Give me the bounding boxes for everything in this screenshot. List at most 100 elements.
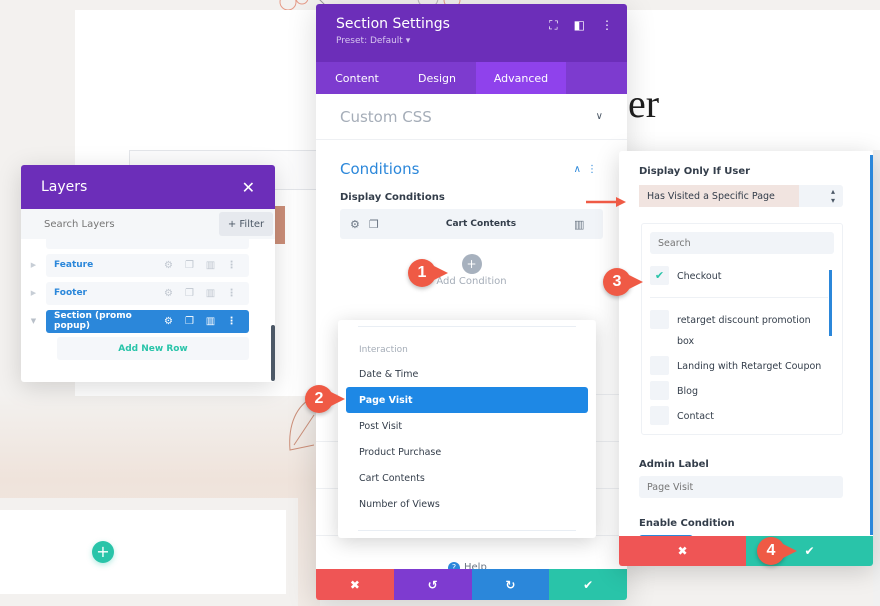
checkbox-checked[interactable]: ✔ — [650, 266, 669, 285]
dropdown-item-selected[interactable]: Page Visit — [346, 387, 588, 413]
more-icon[interactable]: ⋮ — [587, 164, 603, 175]
collapse-arrow-icon[interactable]: ▼ — [21, 317, 46, 325]
tab-design[interactable]: Design — [398, 62, 476, 94]
chevron-up-icon[interactable]: ∧ — [574, 164, 587, 175]
redo-button[interactable]: ↻ — [471, 569, 550, 600]
dropdown-item[interactable]: Post Visit — [346, 413, 588, 439]
page-option-label: retarget discount promotion box — [677, 315, 811, 347]
dropdown-item[interactable]: Product Purchase — [346, 439, 588, 465]
add-module-button[interactable]: + — [92, 541, 114, 563]
page-option[interactable]: Contact — [642, 406, 842, 427]
admin-label-input[interactable] — [639, 476, 843, 498]
layer-item[interactable]: ▶ Feature ⚙ ❐ ▥ ⋮ — [21, 253, 249, 277]
discard-button[interactable]: ✖ — [316, 569, 394, 600]
page-option-label: Checkout — [677, 271, 722, 282]
dropdown-group-label: Interaction — [359, 345, 408, 355]
fullscreen-icon[interactable]: ⛶ — [549, 18, 557, 33]
enable-condition-label: Enable Condition — [639, 518, 735, 529]
dropdown-item[interactable]: Cart Contents — [346, 465, 588, 491]
custom-css-title: Custom CSS — [340, 107, 432, 126]
page-row — [0, 510, 286, 594]
page-option[interactable]: ✔ Checkout — [642, 266, 842, 287]
layers-search-input[interactable] — [44, 218, 194, 230]
trash-icon[interactable]: ▥ — [200, 288, 221, 299]
filter-button[interactable]: + Filter — [219, 212, 273, 236]
page-checklist: ✔ Checkout retarget discount promotion b… — [641, 223, 843, 435]
custom-css-toggle[interactable]: Custom CSS ∨ — [316, 94, 627, 140]
more-icon[interactable]: ⋮ — [221, 316, 242, 327]
display-only-if-select[interactable]: Has Visited a Specific Page ▴ ▾ — [639, 185, 843, 207]
step-marker-4: 4 — [757, 537, 797, 565]
add-condition: + Add Condition — [340, 253, 603, 287]
checkbox[interactable] — [650, 356, 669, 375]
layer-item-active[interactable]: ▼ Section (promo popup) ⚙ ❐ ▥ ⋮ — [21, 309, 249, 333]
layer-list: ▶ Feature ⚙ ❐ ▥ ⋮ ▶ Footer ⚙ ❐ ▥ ⋮ ▼ Sec… — [21, 239, 275, 360]
add-condition-label[interactable]: Add Condition — [340, 276, 603, 287]
gear-icon[interactable]: ⚙ — [158, 260, 179, 271]
layers-search-bar: + Filter — [21, 209, 275, 239]
condition-settings-panel: Display Only If User Has Visited a Speci… — [619, 151, 873, 566]
more-icon[interactable]: ⋮ — [221, 260, 242, 271]
add-new-row-button[interactable]: Add New Row — [57, 337, 249, 360]
dropdown-item[interactable]: Date & Time — [346, 361, 588, 387]
tab-content[interactable]: Content — [316, 62, 398, 94]
layer-name[interactable]: Footer — [54, 288, 158, 298]
page-heading: er — [628, 81, 660, 126]
page-option-label: Contact — [677, 411, 714, 422]
condition-panel-footer: ✖ ✔ — [619, 536, 873, 566]
page-option[interactable]: Landing with Retarget Coupon — [642, 356, 842, 377]
list-scrollbar[interactable] — [829, 270, 832, 336]
select-value: Has Visited a Specific Page — [639, 185, 799, 207]
layers-scrollbar[interactable] — [271, 325, 275, 381]
expand-arrow-icon[interactable]: ▶ — [21, 261, 46, 269]
more-icon[interactable]: ⋮ — [221, 288, 242, 299]
trash-icon[interactable]: ▥ — [574, 218, 593, 231]
divider — [650, 297, 828, 298]
annotation-arrow — [586, 197, 626, 207]
checkbox[interactable] — [650, 310, 669, 329]
expand-arrow-icon[interactable]: ▶ — [21, 289, 46, 297]
duplicate-icon[interactable]: ❐ — [369, 218, 388, 231]
sidebar-icon[interactable]: ◧ — [574, 18, 585, 33]
checkbox[interactable] — [650, 381, 669, 400]
condition-item[interactable]: ⚙ ❐ Cart Contents ▥ — [340, 209, 603, 239]
cancel-button[interactable]: ✖ — [619, 536, 746, 566]
trash-icon[interactable]: ▥ — [200, 260, 221, 271]
more-icon[interactable]: ⋮ — [601, 18, 613, 33]
page-option[interactable]: retarget discount promotion box — [642, 310, 842, 352]
gear-icon[interactable]: ⚙ — [350, 218, 369, 231]
page-search-input[interactable] — [650, 232, 834, 254]
gear-icon[interactable]: ⚙ — [158, 288, 179, 299]
chevron-down-icon[interactable]: ∨ — [596, 111, 603, 122]
duplicate-icon[interactable]: ❐ — [179, 316, 200, 327]
duplicate-icon[interactable]: ❐ — [179, 260, 200, 271]
display-conditions-label: Display Conditions — [340, 192, 445, 203]
layer-name[interactable]: Feature — [54, 260, 158, 270]
dropdown-item[interactable]: Number of Views — [346, 491, 588, 517]
close-icon[interactable]: ✕ — [242, 178, 255, 197]
condition-type-dropdown: Interaction Date & Time Page Visit Post … — [338, 320, 596, 538]
page-edge — [873, 150, 880, 606]
add-condition-button[interactable]: + — [461, 254, 482, 274]
admin-label-label: Admin Label — [639, 459, 709, 470]
layers-title: Layers — [41, 179, 88, 195]
page-option[interactable]: Blog — [642, 381, 842, 402]
trash-icon[interactable]: ▥ — [200, 316, 221, 327]
condition-name: Cart Contents — [445, 219, 517, 229]
conditions-title[interactable]: Conditions — [340, 160, 419, 178]
layer-name[interactable]: Section (promo popup) — [54, 311, 158, 331]
panel-scrollbar[interactable] — [870, 155, 873, 535]
save-button[interactable]: ✔ — [549, 569, 627, 600]
preset-selector[interactable]: Preset: Default ▾ — [336, 36, 607, 46]
gear-icon[interactable]: ⚙ — [158, 316, 179, 327]
layers-panel: Layers ✕ + Filter ▶ Feature ⚙ ❐ ▥ ⋮ ▶ Fo… — [21, 165, 275, 382]
layer-item[interactable]: ▶ Footer ⚙ ❐ ▥ ⋮ — [21, 281, 249, 305]
tab-advanced[interactable]: Advanced — [476, 62, 566, 94]
layer-item-partial[interactable] — [46, 239, 249, 249]
settings-tabs: Content Design Advanced — [316, 62, 627, 94]
undo-button[interactable]: ↺ — [393, 569, 472, 600]
step-marker-3: 3 — [603, 268, 643, 296]
checkbox[interactable] — [650, 406, 669, 425]
duplicate-icon[interactable]: ❐ — [179, 288, 200, 299]
settings-header: Section Settings Preset: Default ▾ ⛶ ◧ ⋮ — [316, 4, 627, 62]
